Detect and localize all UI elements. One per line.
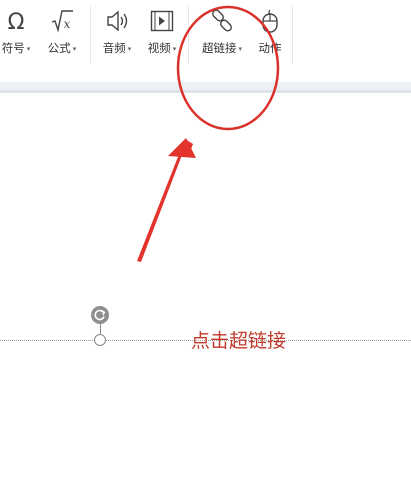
pointer-arrow [137, 139, 193, 262]
highlight-circle [176, 5, 280, 131]
arrow-head [168, 138, 196, 158]
annotation-overlay [137, 5, 280, 262]
